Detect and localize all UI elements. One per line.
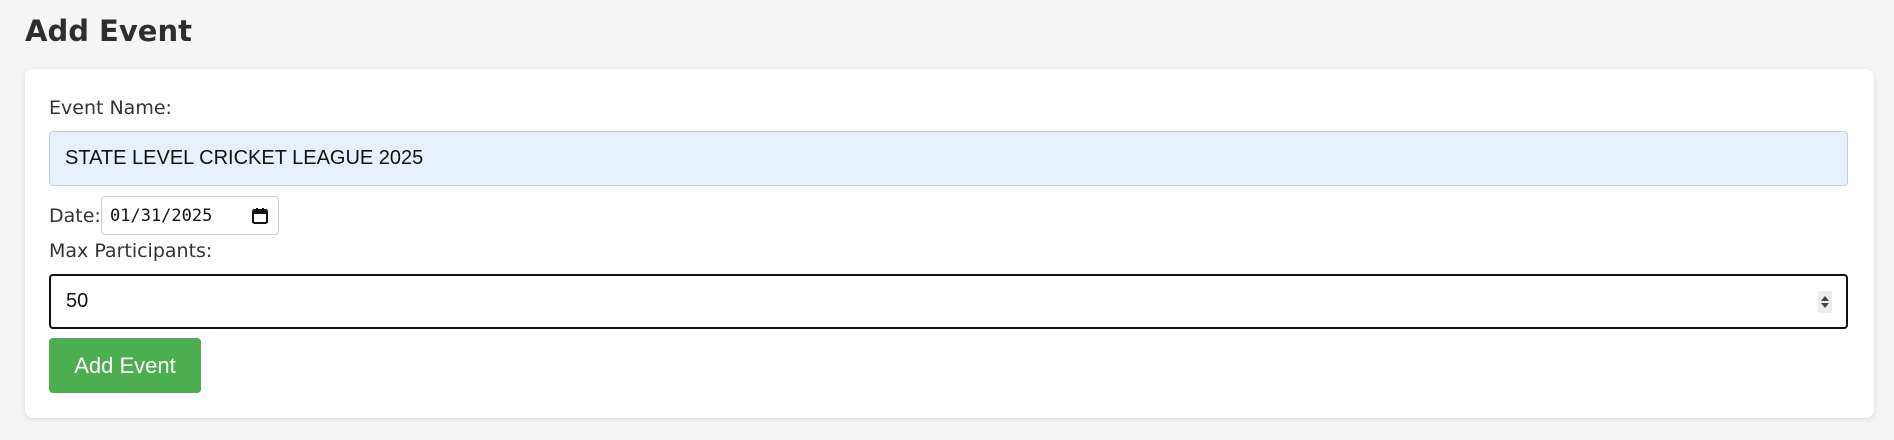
calendar-icon[interactable] [251,207,269,225]
date-label: Date: [49,205,101,227]
max-participants-label: Max Participants: [49,240,213,262]
event-name-input[interactable] [49,131,1848,186]
spinner-icon[interactable] [1818,291,1832,313]
page-title: Add Event [25,14,192,48]
date-value: 01/31/2025 [110,205,213,226]
date-input[interactable]: 01/31/2025 [101,196,279,235]
add-event-form: Event Name: Date: 01/31/2025 Max Partici… [25,69,1874,418]
max-participants-input[interactable]: 50 [49,274,1848,329]
add-event-button[interactable]: Add Event [49,338,201,393]
event-name-label: Event Name: [49,97,172,119]
max-participants-value: 50 [66,290,89,312]
